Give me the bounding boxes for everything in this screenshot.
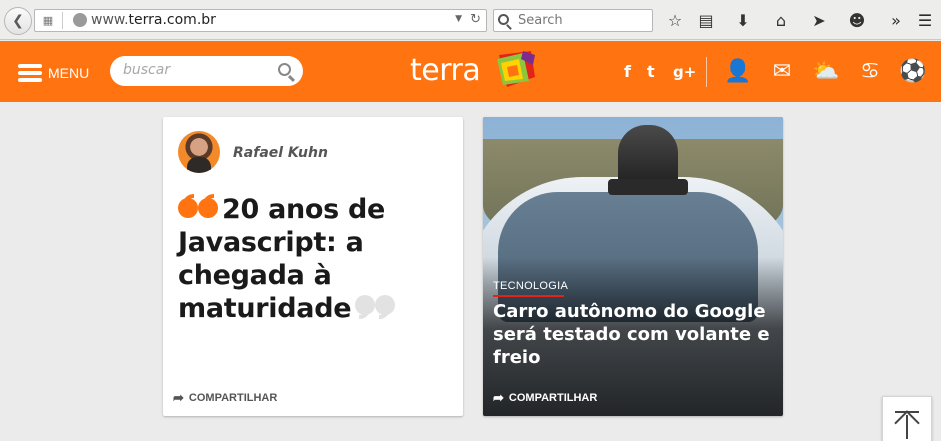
menu-icon [18,64,42,82]
site-search-input[interactable]: buscar [110,56,303,86]
url-bar[interactable]: ▦ www.terra.com.br ▼ ↻ [34,9,487,32]
site-header: MENU buscar terra f t g+ 👤 ✉ ⛅ ♋ ⚽ [0,41,941,102]
smiley-icon[interactable]: ☻ [846,9,868,31]
header-divider [706,57,707,87]
news-card[interactable]: TECNOLOGIA Carro autônomo do Google será… [483,117,783,416]
share-label: COMPARTILHAR [508,392,598,404]
menu-button[interactable]: MENU [18,63,89,83]
home-icon[interactable]: ⌂ [770,9,792,31]
news-headline[interactable]: Carro autônomo do Google será testado co… [493,300,778,369]
back-to-top-button[interactable] [882,396,932,441]
site-search-placeholder: buscar [123,62,171,78]
open-quote-icon [178,194,218,218]
menu-label: MENU [48,65,90,81]
url-separator [62,12,63,29]
url-prefix: www. [91,12,129,28]
share-button[interactable]: ➦ COMPARTILHAR [493,390,597,406]
search-icon [498,14,509,25]
hamburger-menu-icon[interactable]: ☰ [914,9,936,31]
download-icon[interactable]: ⬇ [732,9,754,31]
share-icon: ➦ [493,390,504,405]
bookmark-star-icon[interactable]: ☆ [664,9,686,31]
user-icon[interactable]: 👤 [724,59,752,85]
globe-icon [73,13,87,27]
close-quote-icon [355,295,396,319]
opinion-card[interactable]: Rafael Kuhn 20 anos de Javascript: a che… [163,117,463,416]
send-icon[interactable]: ➤ [808,9,830,31]
author-name[interactable]: Rafael Kuhn [233,145,328,161]
url-host: terra.com.br [128,12,216,28]
browser-search-input[interactable]: Search [493,9,653,32]
category-label[interactable]: TECNOLOGIA [493,280,568,292]
category-underline [493,295,564,297]
weather-icon[interactable]: ⛅ [812,59,840,85]
terra-logo-icon[interactable] [493,49,537,89]
share-label: COMPARTILHAR [188,392,278,404]
brand-logo-text[interactable]: terra [410,55,481,87]
reading-list-icon[interactable]: ▤ [695,9,717,31]
back-icon[interactable]: ❮ [4,7,32,35]
horoscope-icon[interactable]: ♋ [856,59,884,85]
opinion-title[interactable]: 20 anos de Javascript: a chegada à matur… [178,193,458,325]
sports-ball-icon[interactable]: ⚽ [899,59,927,85]
overflow-icon[interactable]: » [885,9,907,31]
url-text[interactable]: www.terra.com.br [91,12,216,28]
mail-icon[interactable]: ✉ [768,59,796,85]
facebook-icon[interactable]: f [624,63,631,81]
reload-icon[interactable]: ↻ [470,12,481,27]
share-icon: ➦ [173,390,184,405]
news-photo[interactable] [483,117,783,416]
browser-toolbar: ❮ ▦ www.terra.com.br ▼ ↻ Search ☆ ▤ ⬇ ⌂ … [0,0,941,40]
search-icon[interactable] [278,63,291,76]
page-info-icon[interactable]: ▦ [39,13,57,28]
google-plus-icon[interactable]: g+ [673,63,696,81]
avatar[interactable] [178,131,220,173]
share-button[interactable]: ➦ COMPARTILHAR [173,390,277,406]
twitter-icon[interactable]: t [647,63,655,81]
dropdown-icon[interactable]: ▼ [455,14,462,24]
browser-search-placeholder: Search [518,13,563,28]
